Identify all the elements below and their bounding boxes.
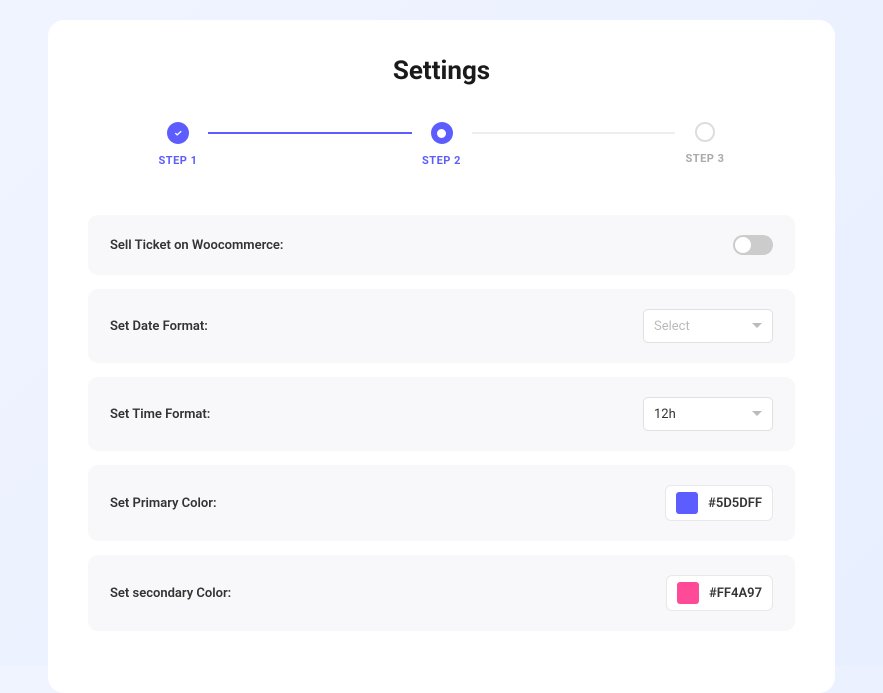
select-placeholder: Select (654, 319, 690, 334)
check-icon (167, 122, 189, 144)
color-swatch (676, 492, 698, 514)
page-title: Settings (88, 56, 795, 86)
stepper-connector (208, 132, 412, 134)
time-format-select[interactable]: 12h (643, 397, 773, 431)
chevron-down-icon (752, 409, 762, 419)
step-1[interactable]: STEP 1 (148, 122, 208, 167)
step-3[interactable]: STEP 3 (675, 122, 735, 165)
wizard-stepper: STEP 1 STEP 2 STEP 3 (88, 122, 795, 167)
primary-color-picker[interactable]: #5D5DFF (665, 485, 773, 521)
setting-sell-ticket: Sell Ticket on Woocommerce: (88, 215, 795, 275)
step-3-label: STEP 3 (686, 152, 725, 165)
setting-date-format: Set Date Format: Select (88, 289, 795, 363)
secondary-color-picker[interactable]: #FF4A97 (666, 575, 773, 611)
setting-secondary-color: Set secondary Color: #FF4A97 (88, 555, 795, 631)
stepper-connector (472, 132, 676, 134)
color-value: #FF4A97 (709, 586, 762, 601)
sell-ticket-toggle[interactable] (733, 235, 773, 255)
setting-label: Set secondary Color: (110, 586, 231, 601)
step-1-label: STEP 1 (159, 154, 198, 167)
setting-primary-color: Set Primary Color: #5D5DFF (88, 465, 795, 541)
toggle-knob (735, 237, 751, 253)
select-value: 12h (654, 407, 676, 422)
setting-time-format: Set Time Format: 12h (88, 377, 795, 451)
step-2-label: STEP 2 (422, 154, 461, 167)
setting-label: Set Time Format: (110, 407, 210, 422)
date-format-select[interactable]: Select (643, 309, 773, 343)
pending-circle-icon (695, 122, 715, 142)
settings-card: Settings STEP 1 STEP 2 STEP 3 Sell Ticke… (48, 20, 835, 693)
active-dot-icon (431, 122, 453, 144)
color-swatch (677, 582, 699, 604)
chevron-down-icon (752, 321, 762, 331)
setting-label: Set Primary Color: (110, 496, 217, 511)
color-value: #5D5DFF (708, 496, 762, 511)
setting-label: Sell Ticket on Woocommerce: (110, 238, 283, 253)
step-2[interactable]: STEP 2 (412, 122, 472, 167)
setting-label: Set Date Format: (110, 319, 208, 334)
